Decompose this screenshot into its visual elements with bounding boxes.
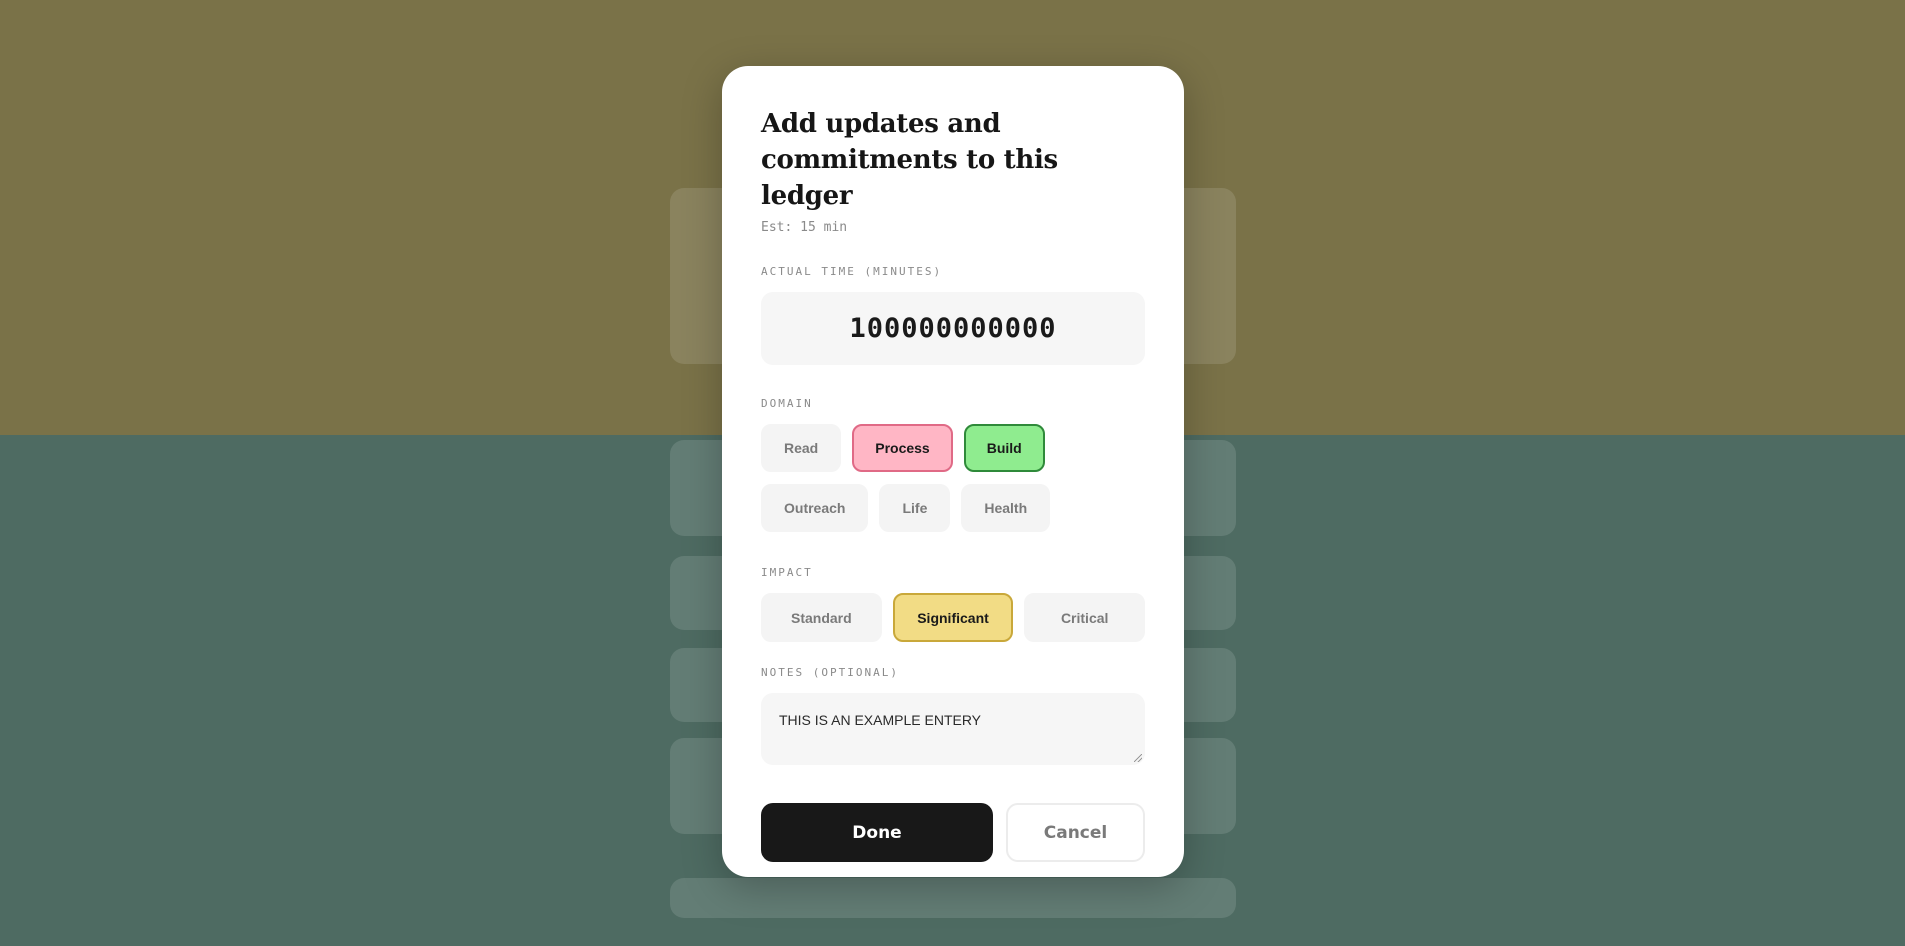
impact-label: IMPACT [761, 566, 813, 579]
impact-option-critical[interactable]: Critical [1024, 593, 1146, 642]
cancel-button[interactable]: Cancel [1006, 803, 1145, 862]
background-heading [668, 52, 683, 103]
domain-options: Read Process Build Outreach Life Health [761, 424, 1145, 532]
actual-time-input[interactable]: 100000000000 [761, 292, 1145, 365]
done-button[interactable]: Done [761, 803, 993, 862]
domain-label: DOMAIN [761, 397, 813, 410]
modal-title: Add updates and commitments to this ledg… [761, 109, 1058, 211]
modal-actions: Done Cancel [761, 803, 1145, 862]
impact-options: Standard Significant Critical [761, 593, 1146, 642]
resize-grip-icon[interactable] [1134, 754, 1142, 762]
impact-option-significant[interactable]: Significant [892, 593, 1014, 642]
domain-chip-health[interactable]: Health [961, 484, 1051, 532]
notes-label: NOTES (OPTIONAL) [761, 666, 899, 679]
impact-option-standard[interactable]: Standard [761, 593, 882, 642]
domain-chip-build[interactable]: Build [963, 424, 1045, 472]
notes-textarea[interactable]: THIS IS AN EXAMPLE ENTERY [761, 693, 1145, 765]
background-card [670, 878, 1236, 918]
domain-chip-process[interactable]: Process [852, 424, 953, 472]
estimate-text: Est: 15 min [761, 220, 848, 235]
domain-chip-life[interactable]: Life [879, 484, 951, 532]
domain-chip-outreach[interactable]: Outreach [761, 484, 869, 532]
notes-text: THIS IS AN EXAMPLE ENTERY [779, 712, 982, 728]
time-label: ACTUAL TIME (MINUTES) [761, 265, 943, 278]
domain-chip-read[interactable]: Read [761, 424, 842, 472]
add-entry-modal: Add updates and commitments to this ledg… [722, 66, 1184, 877]
